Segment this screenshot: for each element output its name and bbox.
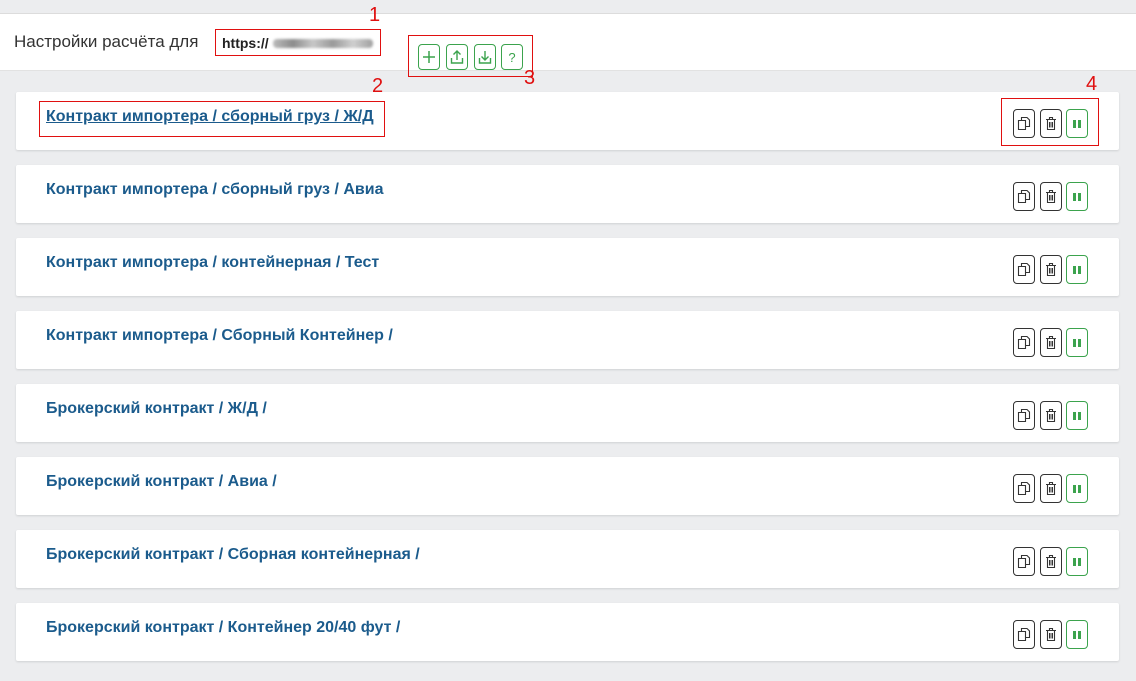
contract-link[interactable]: Контракт импортера / сборный груз / Авиа	[46, 181, 383, 199]
pause-icon	[1073, 192, 1081, 201]
copy-icon	[1017, 189, 1031, 204]
add-button[interactable]	[418, 44, 440, 70]
pause-icon	[1073, 484, 1081, 493]
upload-button[interactable]	[446, 44, 468, 70]
row-actions	[1013, 401, 1093, 431]
delete-button[interactable]	[1040, 401, 1062, 430]
plus-icon	[423, 51, 435, 63]
copy-button[interactable]	[1013, 401, 1035, 430]
copy-button[interactable]	[1013, 255, 1035, 284]
pause-button[interactable]	[1066, 401, 1088, 430]
contract-link[interactable]: Брокерский контракт / Сборная контейнерн…	[46, 546, 420, 564]
toolbar: ?	[408, 35, 533, 77]
row-actions	[1013, 620, 1093, 650]
download-icon	[478, 51, 492, 64]
contract-link[interactable]: Брокерский контракт / Авиа /	[46, 473, 277, 491]
download-button[interactable]	[474, 44, 496, 70]
delete-icon	[1046, 189, 1056, 204]
settings-header: Настройки расчёта для https:// ?	[0, 13, 1136, 77]
settings-label: Настройки расчёта для	[14, 32, 199, 51]
contract-link[interactable]: Брокерский контракт / Контейнер 20/40 фу…	[46, 619, 400, 637]
contract-row: Брокерский контракт / Контейнер 20/40 фу…	[16, 603, 1119, 661]
delete-button[interactable]	[1040, 328, 1062, 357]
contract-row: Контракт импортера / сборный груз / Авиа	[16, 165, 1119, 223]
help-button[interactable]: ?	[501, 44, 523, 70]
pause-icon	[1073, 411, 1081, 420]
row-actions	[1013, 255, 1093, 285]
pause-icon	[1073, 630, 1081, 639]
copy-button[interactable]	[1013, 328, 1035, 357]
delete-icon	[1046, 335, 1056, 350]
row-actions	[1013, 474, 1093, 504]
contract-row: Контракт импортера / сборный груз / Ж/Д	[16, 92, 1119, 150]
delete-icon	[1046, 408, 1056, 423]
contract-row: Контракт импортера / Сборный Контейнер /	[16, 311, 1119, 369]
pause-icon	[1073, 338, 1081, 347]
pause-button[interactable]	[1066, 182, 1088, 211]
delete-button[interactable]	[1040, 620, 1062, 649]
contract-link[interactable]: Контракт импортера / Сборный Контейнер /	[46, 327, 393, 345]
copy-icon	[1017, 627, 1031, 642]
delete-icon	[1046, 627, 1056, 642]
pause-icon	[1073, 557, 1081, 566]
delete-button[interactable]	[1040, 547, 1062, 576]
contract-row: Брокерский контракт / Сборная контейнерн…	[16, 530, 1119, 588]
annotation-1: 1	[369, 4, 381, 26]
row-actions	[1013, 547, 1093, 577]
delete-button[interactable]	[1040, 182, 1062, 211]
copy-icon	[1017, 481, 1031, 496]
annotation-3: 3	[524, 67, 536, 89]
contract-link[interactable]: Контракт импортера / сборный груз / Ж/Д	[46, 108, 374, 126]
top-strip	[0, 0, 1136, 13]
contract-row: Брокерский контракт / Ж/Д /	[16, 384, 1119, 442]
contract-link[interactable]: Брокерский контракт / Ж/Д /	[46, 400, 267, 418]
delete-icon	[1046, 481, 1056, 496]
copy-button[interactable]	[1013, 620, 1035, 649]
copy-button[interactable]	[1013, 182, 1035, 211]
site-selector[interactable]: https://	[215, 29, 381, 56]
delete-button[interactable]	[1040, 255, 1062, 284]
delete-icon	[1046, 262, 1056, 277]
annotation-box-4	[1001, 98, 1099, 146]
pause-button[interactable]	[1066, 547, 1088, 576]
delete-button[interactable]	[1040, 474, 1062, 503]
upload-icon	[450, 50, 464, 64]
pause-button[interactable]	[1066, 474, 1088, 503]
pause-button[interactable]	[1066, 255, 1088, 284]
copy-icon	[1017, 335, 1031, 350]
site-url: https://	[222, 35, 269, 51]
help-icon: ?	[508, 49, 516, 65]
delete-icon	[1046, 554, 1056, 569]
contract-link[interactable]: Контракт импортера / контейнерная / Тест	[46, 254, 379, 272]
copy-icon	[1017, 262, 1031, 277]
contract-row: Брокерский контракт / Авиа /	[16, 457, 1119, 515]
contract-row: Контракт импортера / контейнерная / Тест	[16, 238, 1119, 296]
copy-icon	[1017, 554, 1031, 569]
blurred-domain	[273, 39, 373, 48]
row-actions	[1013, 328, 1093, 358]
pause-button[interactable]	[1066, 620, 1088, 649]
copy-button[interactable]	[1013, 547, 1035, 576]
row-actions	[1013, 182, 1093, 212]
copy-button[interactable]	[1013, 474, 1035, 503]
copy-icon	[1017, 408, 1031, 423]
pause-button[interactable]	[1066, 328, 1088, 357]
pause-icon	[1073, 265, 1081, 274]
